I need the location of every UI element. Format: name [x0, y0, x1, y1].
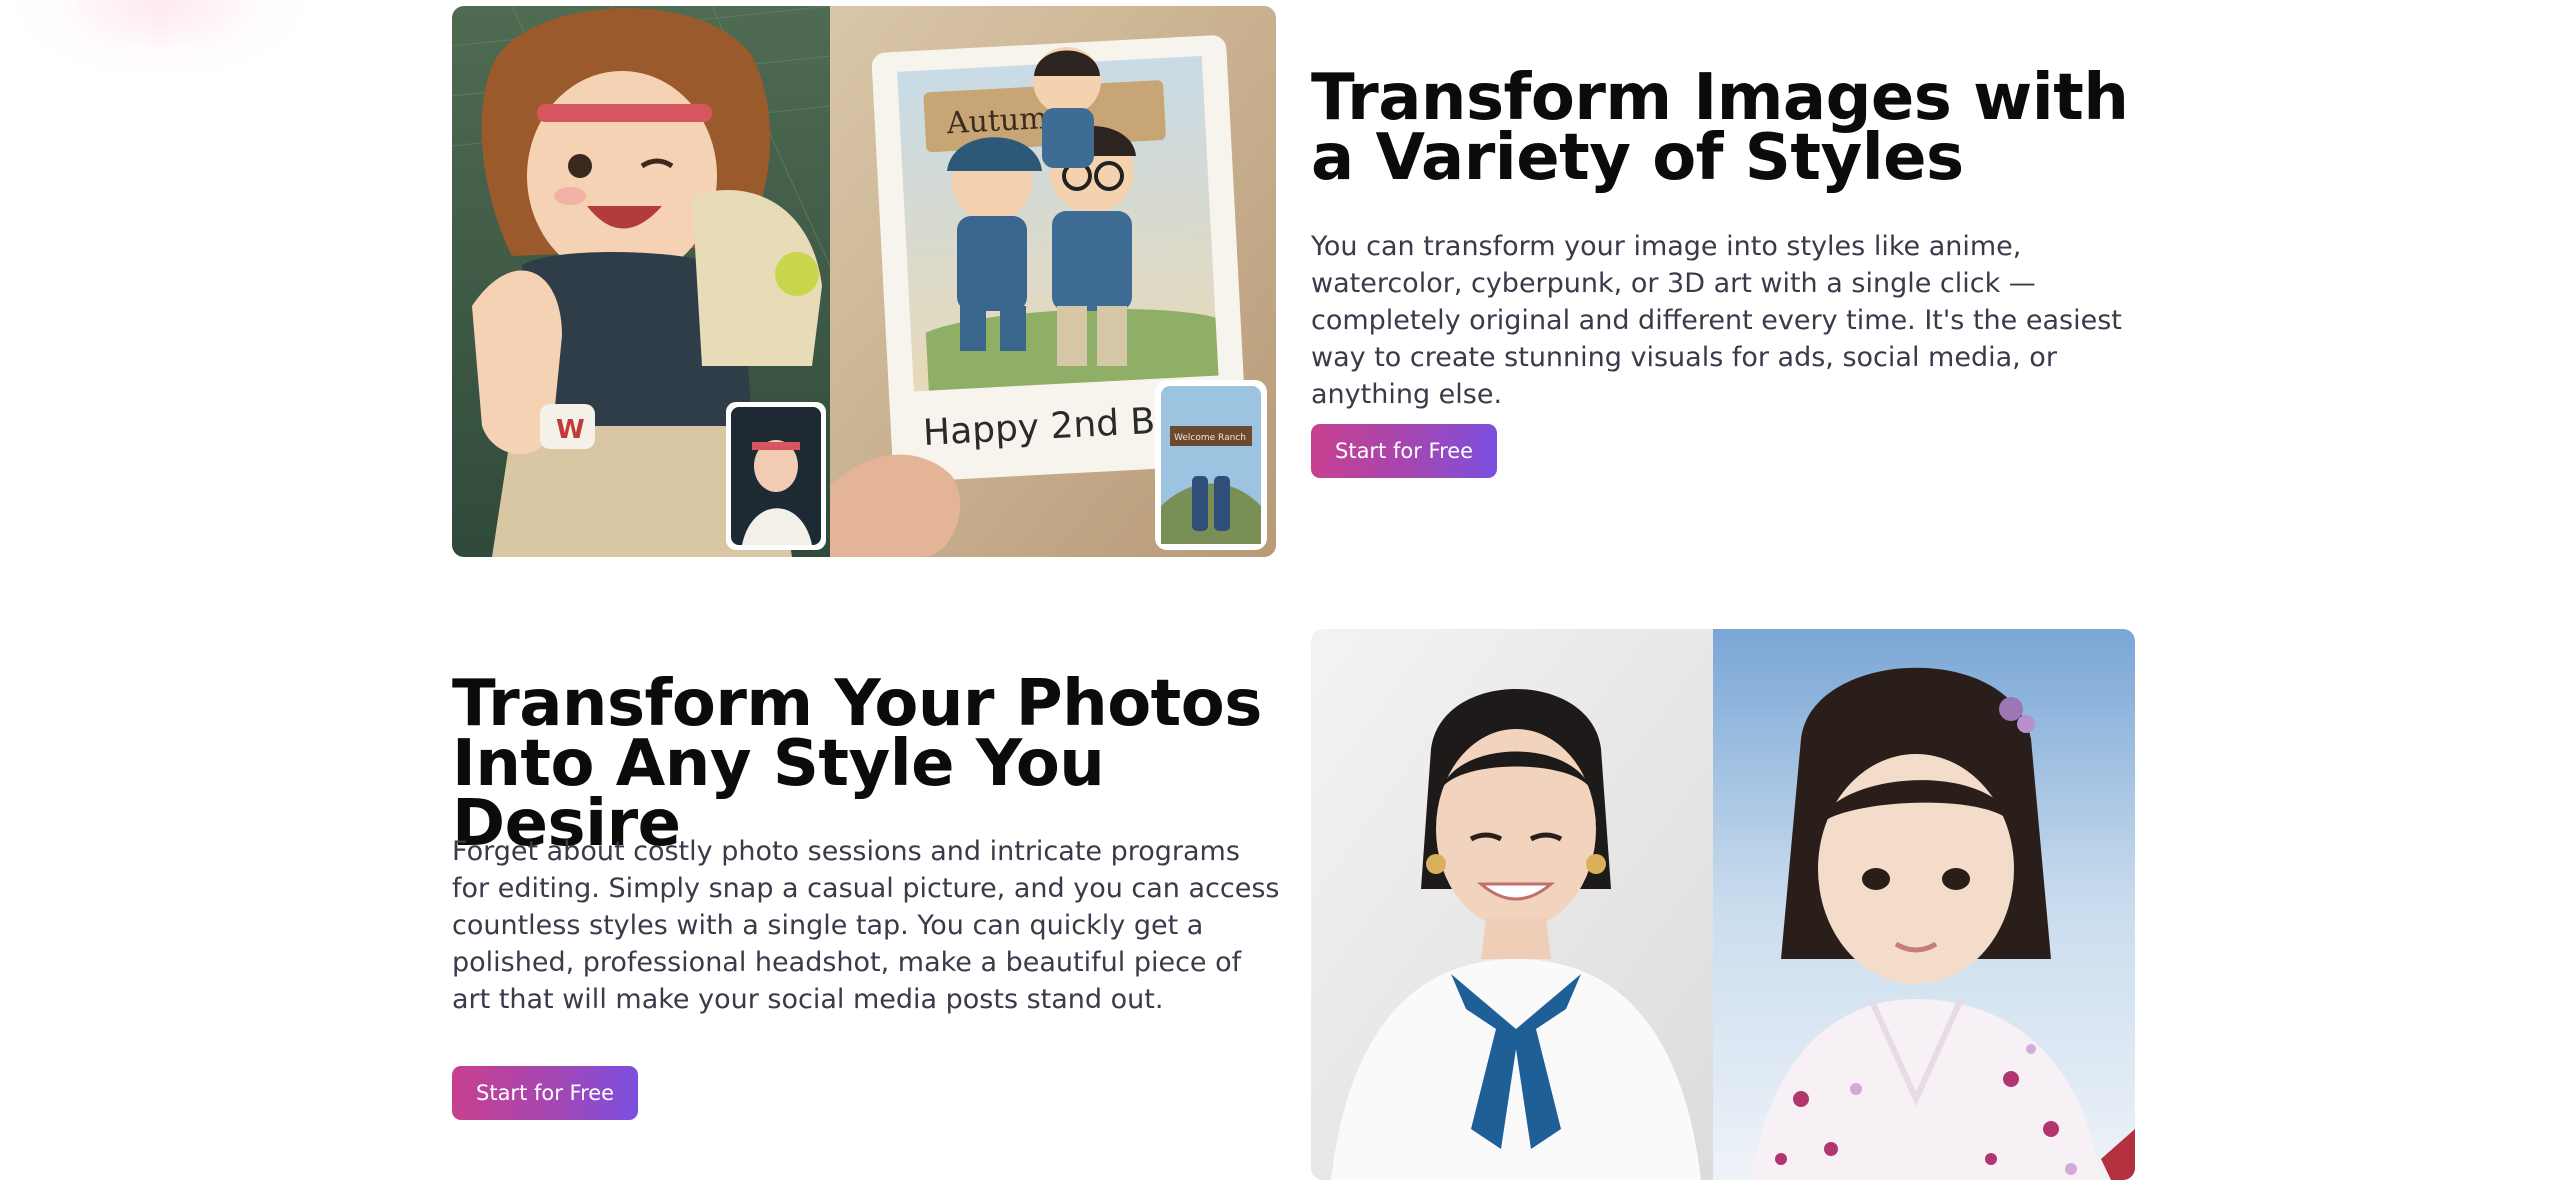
style-examples-image: W Autumn Happy 2nd Birthd Welcome Ranch	[452, 6, 1276, 557]
svg-text:W: W	[556, 415, 585, 445]
section-2-body: Forget about costly photo sessions and i…	[452, 836, 1280, 1015]
start-for-free-button-2[interactable]: Start for Free	[452, 1066, 639, 1120]
section-1-heading: Transform Images with a Variety of Style…	[1311, 61, 2129, 195]
section-1-body: You can transform your image into styles…	[1311, 231, 2122, 410]
start-for-free-button[interactable]: Start for Free	[1311, 424, 1498, 478]
decorative-glow	[10, 0, 310, 80]
section-2-heading: Transform Your Photos Into Any Style You…	[452, 667, 1262, 861]
portrait-examples-image	[1311, 629, 2135, 1180]
thumb-sign-text: Welcome Ranch	[1174, 433, 1246, 443]
